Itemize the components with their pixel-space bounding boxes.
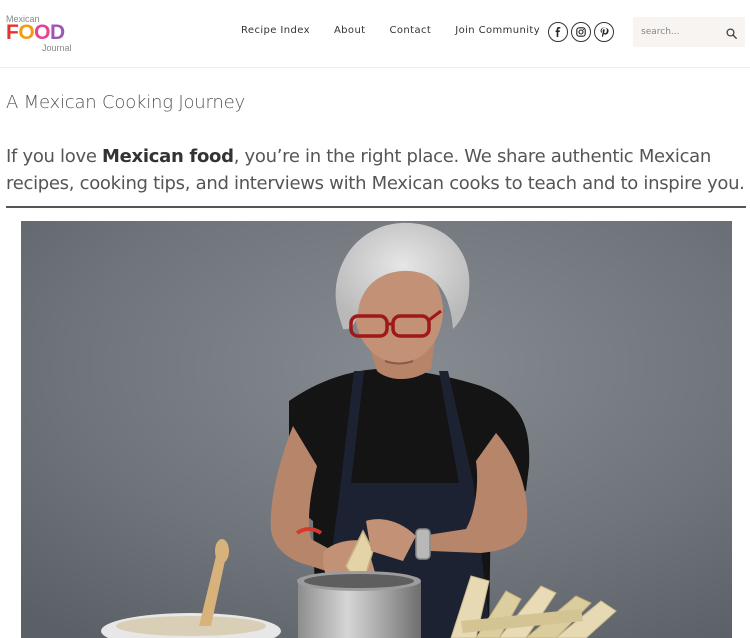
page-tagline: A Mexican Cooking Journey — [6, 92, 245, 113]
instagram-icon[interactable] — [571, 22, 591, 42]
site-header: Mexican F O O D Journal Recipe Index Abo… — [0, 0, 750, 68]
section-divider — [6, 206, 746, 208]
logo-food-word: F O O D — [6, 21, 65, 44]
intro-paragraph: If you love Mexican food, you’re in the … — [6, 143, 748, 197]
logo-letter: F — [6, 21, 19, 44]
logo-letter: D — [50, 21, 65, 44]
search-box — [633, 17, 745, 47]
site-logo[interactable]: Mexican F O O D Journal — [6, 14, 86, 56]
pinterest-icon[interactable] — [594, 22, 614, 42]
hero-photo — [21, 221, 732, 638]
facebook-icon[interactable] — [548, 22, 568, 42]
nav-contact[interactable]: Contact — [390, 25, 432, 36]
logo-letter: O — [18, 21, 35, 44]
search-icon[interactable] — [726, 26, 737, 44]
intro-text-bold: Mexican food — [102, 146, 234, 167]
logo-bottom-text: Journal — [42, 43, 72, 53]
person-watch — [415, 528, 431, 560]
nav-about[interactable]: About — [334, 25, 366, 36]
main-nav: Recipe Index About Contact Join Communit… — [241, 25, 564, 36]
nav-recipe-index[interactable]: Recipe Index — [241, 25, 310, 36]
logo-letter: O — [34, 21, 51, 44]
search-input[interactable] — [641, 25, 721, 39]
nav-join-community[interactable]: Join Community — [455, 25, 540, 36]
intro-text-before: If you love — [6, 146, 103, 167]
social-links — [548, 22, 614, 42]
